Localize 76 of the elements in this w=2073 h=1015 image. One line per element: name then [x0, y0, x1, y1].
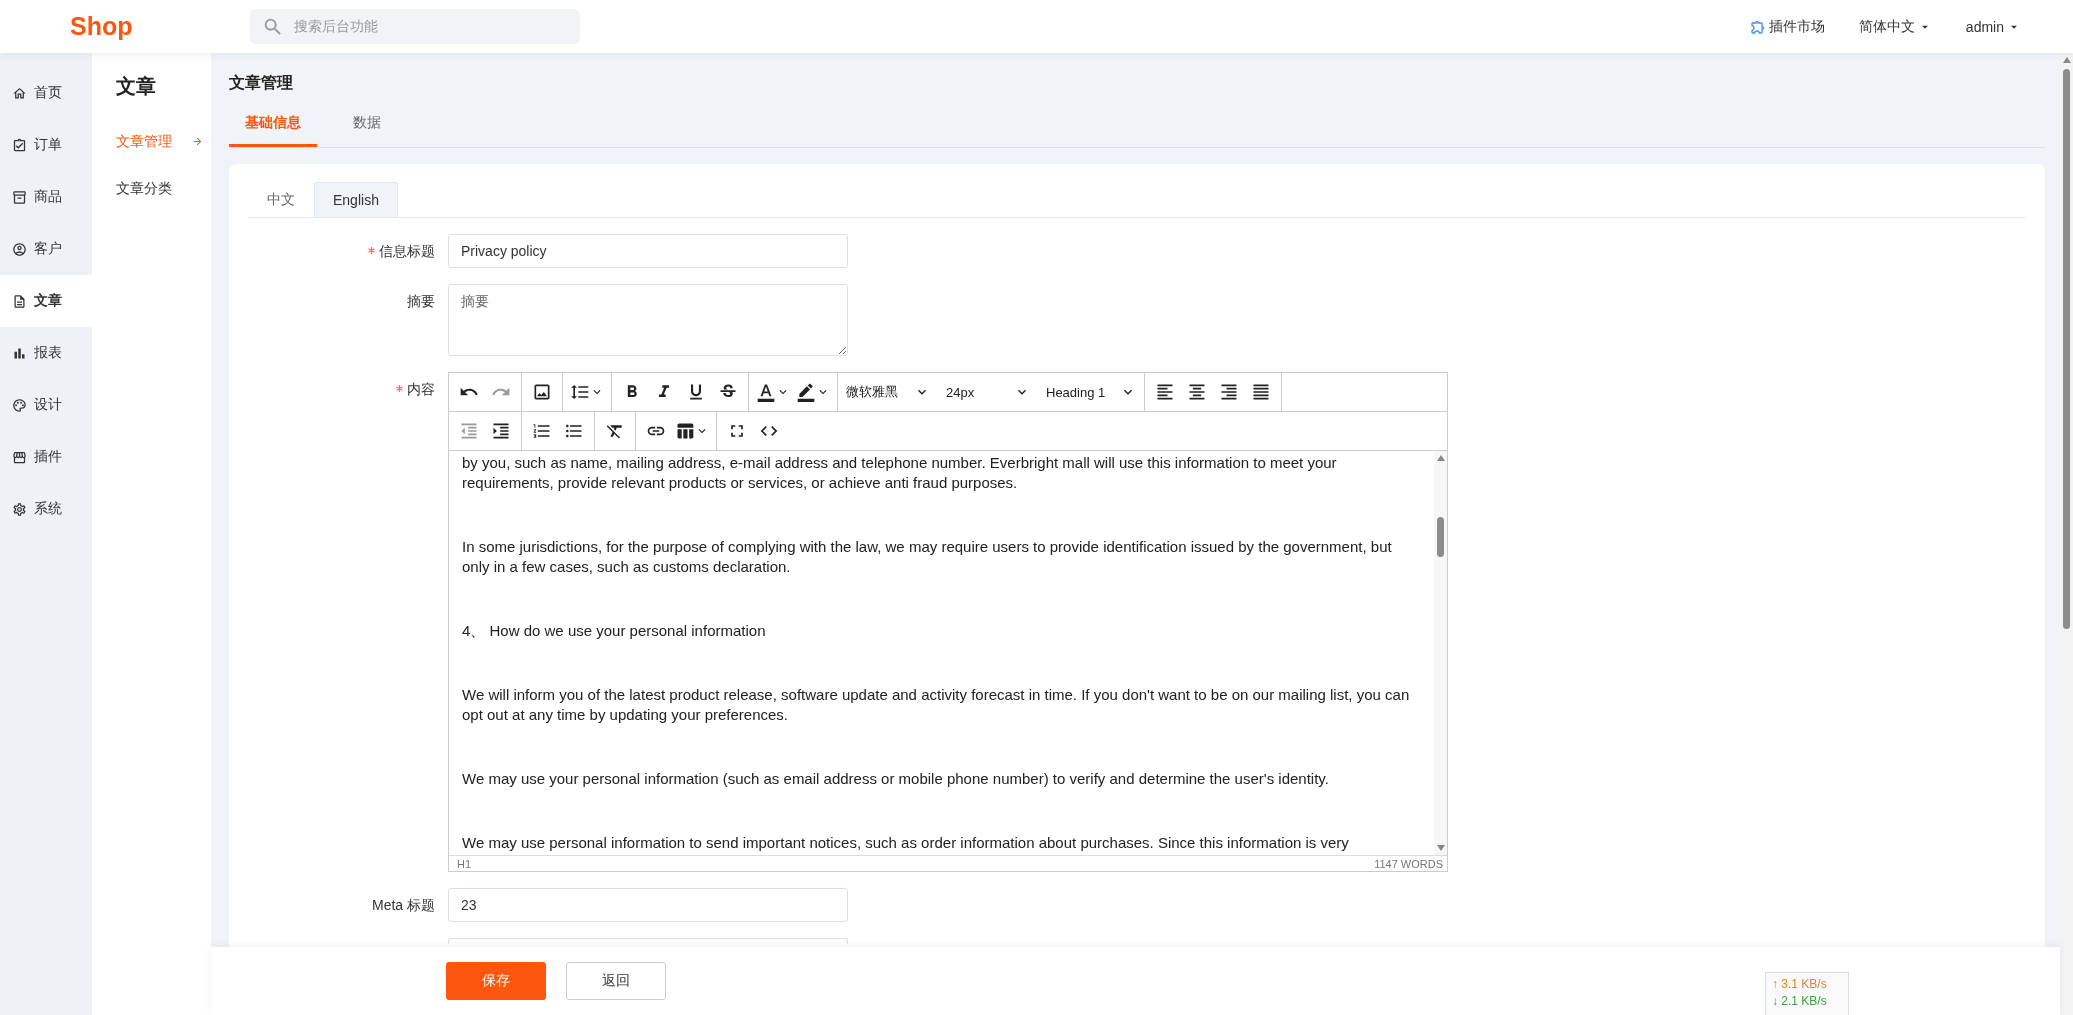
nav-item[interactable]: 设计 — [0, 379, 92, 431]
label-text: 内容 — [407, 381, 435, 399]
nav-label: 首页 — [34, 84, 62, 102]
align-center-icon — [1187, 382, 1207, 402]
nav-item[interactable]: 首页 — [0, 67, 92, 119]
editor-scrollbar[interactable] — [1434, 451, 1447, 855]
language-tab[interactable]: English — [314, 182, 398, 217]
nav-item[interactable]: 系统 — [0, 483, 92, 535]
nav-item[interactable]: 客户 — [0, 223, 92, 275]
nav-label: 系统 — [34, 500, 62, 518]
editor-paragraph: We may use personal information to send important notices, such as order information about purchases. Since this information is very — [462, 833, 1350, 853]
download-speed: ↓ 2.1 KB/s — [1772, 994, 1828, 1008]
page-scrollbar[interactable] — [2060, 53, 2073, 1015]
section-title: 文章 — [116, 74, 157, 99]
editor-paragraph: In some jurisdictions, for the purpose of complying with the law, we may require users to provide identification issued by the government, but only in a few cases, such as customs declaration. — [462, 537, 1393, 577]
nav-label: 商品 — [34, 188, 62, 206]
nav-item[interactable]: 文章 — [0, 275, 92, 327]
document-icon — [12, 293, 27, 309]
search-placeholder: 搜索后台功能 — [294, 17, 378, 36]
text-color-icon — [756, 382, 776, 402]
arrow-icon — [192, 136, 203, 147]
image-icon — [532, 382, 552, 402]
store-icon — [12, 449, 27, 465]
block-format-select[interactable]: Heading 1 — [1038, 377, 1144, 407]
word-count: 1147 WORDS — [1374, 857, 1443, 870]
box-icon — [12, 189, 27, 205]
page-tab[interactable]: 数据 — [337, 106, 397, 147]
font-size-select[interactable]: 24px — [938, 377, 1038, 407]
back-button[interactable]: 返回 — [566, 962, 666, 1000]
editor-paragraph: by you, such as name, mailing address, e-mail address and telephone number. Everbright mall will use this information to meet your requirements, provide relevant products or services, or achieve anti fraud purposes. — [462, 453, 1338, 493]
editor-paragraph: We may use your personal information (such as email address or mobile phone number) to verify and determine the user's identity. — [462, 769, 1330, 789]
language-tab[interactable]: 中文 — [248, 182, 314, 217]
title-input[interactable]: Privacy policy — [448, 234, 848, 268]
nav-item[interactable]: 报表 — [0, 327, 92, 379]
upload-speed: ↑ 3.1 KB/s — [1772, 977, 1828, 991]
element-path: H1 — [457, 857, 472, 870]
indent-icon — [491, 421, 511, 441]
subnav-item[interactable]: 文章分类 — [116, 165, 211, 212]
nav-label: 客户 — [34, 240, 62, 258]
subnav-label: 文章分类 — [116, 179, 172, 198]
user-icon — [12, 241, 27, 257]
shop-logo: Shop — [69, 12, 134, 41]
editor-paragraph: We will inform you of the latest product release, software update and activity forecast in time. If you don't want to be on our mailing list, you can opt out at any time by updating your preferences. — [462, 685, 1411, 725]
align-right-icon — [1219, 382, 1239, 402]
puzzle-icon — [1749, 18, 1766, 35]
label-text: 摘要 — [407, 293, 435, 311]
highlighter-icon — [796, 382, 816, 402]
label-text: Meta 标题 — [372, 897, 435, 915]
subnav-label: 文章管理 — [116, 132, 172, 151]
justify-icon — [1251, 382, 1271, 402]
meta-title-input[interactable]: 23 — [448, 888, 848, 922]
plugin-market-link[interactable]: 插件市场 — [1749, 17, 1825, 36]
nav-label: 插件 — [34, 448, 62, 466]
nav-item[interactable]: 订单 — [0, 119, 92, 171]
outdent-icon — [459, 421, 479, 441]
nav-label: 文章 — [34, 292, 62, 310]
align-left-icon — [1155, 382, 1175, 402]
editor-paragraph: 4、 How do we use your personal information — [462, 621, 767, 641]
numbered-list-icon — [532, 421, 552, 441]
nav-label: 报表 — [34, 344, 62, 362]
user-dropdown[interactable]: admin — [1965, 18, 2021, 35]
clipboard-icon — [12, 137, 27, 153]
line-height-icon — [570, 382, 590, 402]
home-icon — [12, 85, 27, 101]
nav-item[interactable]: 商品 — [0, 171, 92, 223]
nav-label: 订单 — [34, 136, 62, 154]
settings-icon — [12, 501, 27, 517]
nav-label: 设计 — [34, 396, 62, 414]
label-text: 信息标题 — [379, 243, 435, 261]
table-icon — [675, 421, 695, 441]
nav-item[interactable]: 插件 — [0, 431, 92, 483]
summary-textarea[interactable]: 摘要 — [448, 284, 848, 356]
palette-icon — [12, 397, 27, 413]
language-dropdown[interactable]: 简体中文 — [1858, 17, 1932, 36]
font-family-select[interactable]: 微软雅黑 — [838, 377, 938, 407]
page-title: 文章管理 — [229, 73, 294, 93]
